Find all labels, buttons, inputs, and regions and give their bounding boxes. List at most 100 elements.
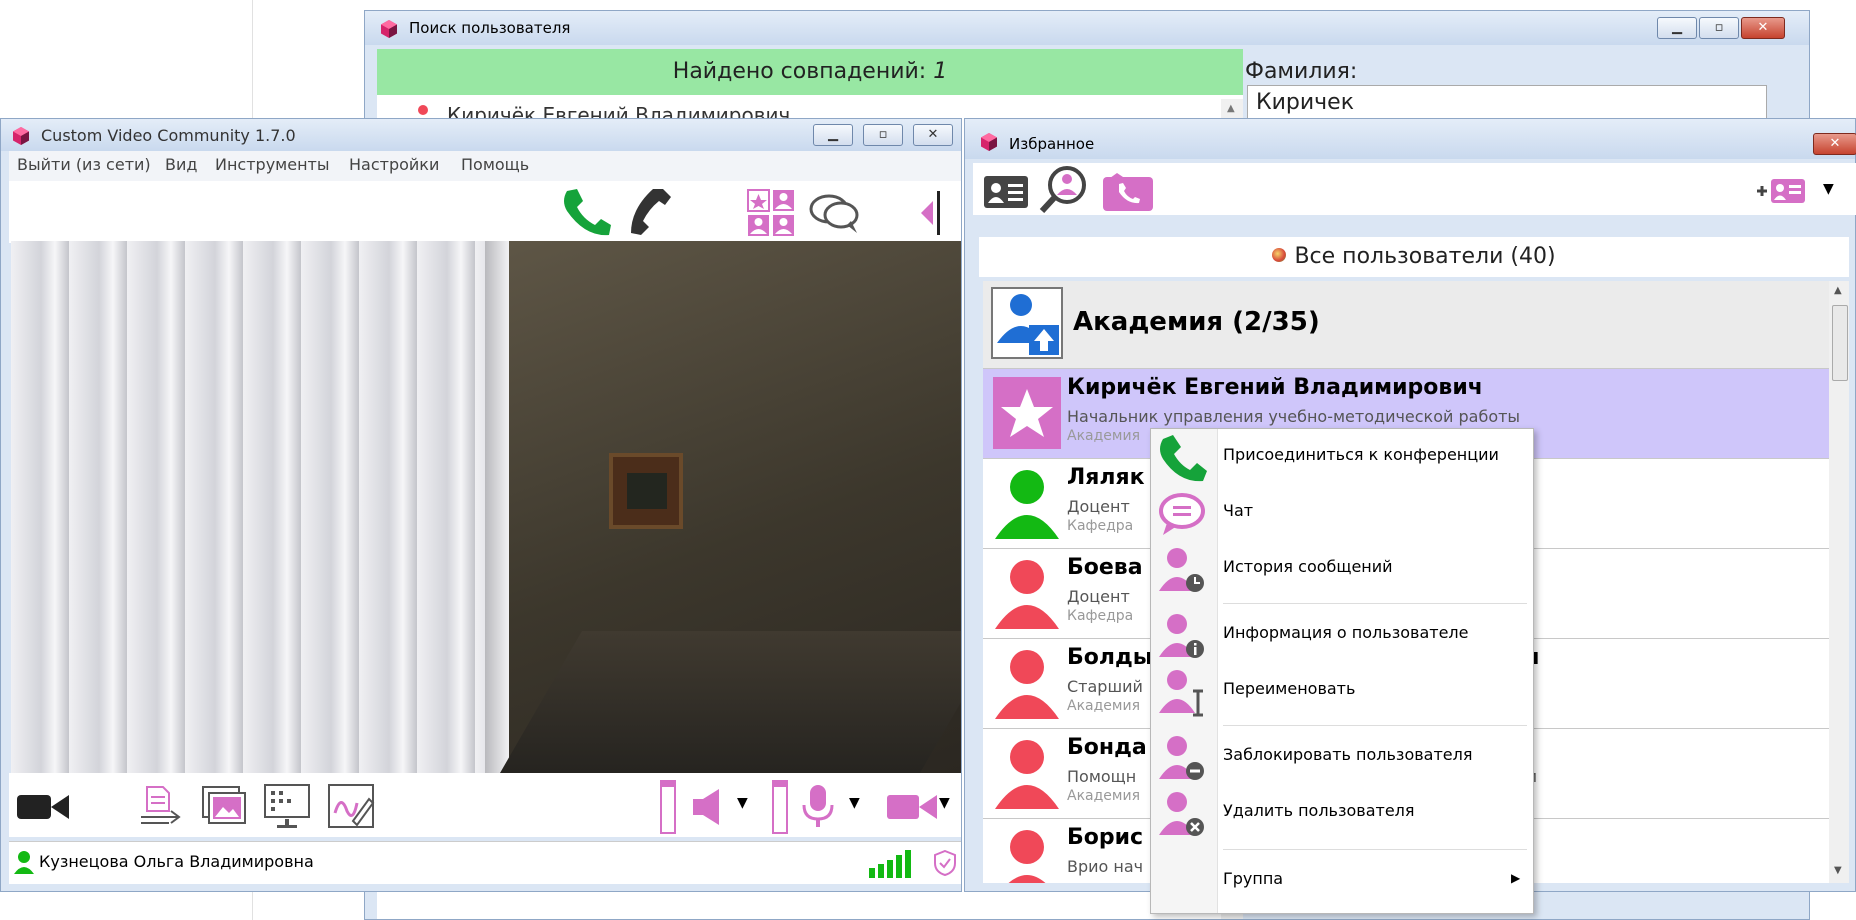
menu-separator xyxy=(1223,725,1527,726)
search-window-minimize-button[interactable]: ▁ xyxy=(1657,17,1697,39)
menu-item-tools[interactable]: Инструменты xyxy=(215,155,330,174)
main-window-minimize-button[interactable]: ▁ xyxy=(813,124,853,146)
contact-name: Боева xyxy=(1067,555,1143,580)
menu-item-chat[interactable]: Чат xyxy=(1151,485,1533,541)
menu-item-label: Чат xyxy=(1223,501,1254,520)
menu-separator xyxy=(1223,849,1527,850)
menu-item-message-history[interactable]: История сообщений xyxy=(1151,541,1533,597)
menu-item-user-info[interactable]: Информация о пользователе xyxy=(1151,607,1533,663)
menu-item-label: Присоединиться к конференции xyxy=(1223,445,1499,464)
video-blinds xyxy=(11,241,485,773)
menu-item-logout[interactable]: Выйти (из сети) xyxy=(17,155,151,174)
maximize-icon: ▫ xyxy=(1714,20,1724,35)
search-window-titlebar[interactable]: Поиск пользователя ▁ ▫ ✕ xyxy=(365,11,1809,45)
app-logo-icon xyxy=(13,127,29,145)
contact-organization: Кафедра xyxy=(1067,518,1134,534)
menu-item-join-conference[interactable]: Присоединиться к конференции xyxy=(1151,429,1533,485)
contact-position: Старший xyxy=(1067,677,1143,696)
user-block-icon xyxy=(1159,736,1204,780)
user-search-button[interactable] xyxy=(1039,165,1089,213)
search-window-close-button[interactable]: ✕ xyxy=(1741,17,1785,39)
collapse-panel-arrow-icon[interactable] xyxy=(917,191,947,235)
app-logo-icon xyxy=(981,133,997,151)
context-menu: Присоединиться к конференции Чат История… xyxy=(1150,428,1534,914)
menu-item-delete-user[interactable]: Удалить пользователя xyxy=(1151,785,1533,841)
speaker-icon[interactable] xyxy=(691,789,727,825)
search-window-title: Поиск пользователя xyxy=(409,19,571,37)
main-window-maximize-button[interactable]: ▫ xyxy=(863,124,903,146)
main-toolbar xyxy=(9,181,961,243)
contact-position: Начальник управления учебно-методической… xyxy=(1067,407,1521,426)
main-window-close-button[interactable]: ✕ xyxy=(913,124,953,146)
layout-grid-button[interactable] xyxy=(747,189,795,237)
camera-dropdown-icon[interactable]: ▼ xyxy=(939,795,950,811)
favorites-window-title: Избранное xyxy=(1009,135,1095,153)
offline-user-icon xyxy=(995,560,1059,629)
call-list-button[interactable] xyxy=(1103,173,1153,211)
chat-bubble-icon xyxy=(1159,493,1205,535)
call-button[interactable] xyxy=(561,187,613,237)
contact-name: Киричёк Евгений Владимирович xyxy=(1067,375,1483,400)
whiteboard-button[interactable] xyxy=(327,783,375,829)
user-info-icon xyxy=(1159,614,1204,658)
group-icon xyxy=(991,287,1063,359)
user-remove-icon xyxy=(1159,792,1204,836)
menu-item-label: Удалить пользователя xyxy=(1223,801,1415,820)
video-picture-frame xyxy=(609,453,683,529)
speaker-dropdown-icon[interactable]: ▼ xyxy=(737,795,748,811)
offline-user-icon xyxy=(995,650,1059,719)
group-header-akademia[interactable]: Академия (2/35) xyxy=(983,281,1829,369)
phone-icon xyxy=(1160,435,1207,482)
app-logo-icon xyxy=(381,20,397,38)
menu-bar: Выйти (из сети) Вид Инструменты Настройк… xyxy=(9,151,961,181)
contact-organization: Академия xyxy=(1067,698,1140,714)
contact-position: Врио нач xyxy=(1067,857,1144,876)
screen-share-button[interactable] xyxy=(263,783,311,829)
menu-item-label: Заблокировать пользователя xyxy=(1223,745,1473,764)
contact-position: Доцент xyxy=(1067,497,1130,516)
gallery-button[interactable] xyxy=(201,785,249,827)
menu-item-label: История сообщений xyxy=(1223,557,1393,576)
online-user-icon xyxy=(995,470,1059,539)
menu-separator xyxy=(1223,603,1527,604)
offline-user-icon xyxy=(995,740,1059,809)
add-contact-button[interactable] xyxy=(1757,177,1805,205)
menu-item-settings[interactable]: Настройки xyxy=(349,155,439,174)
video-camera-icon[interactable] xyxy=(887,793,937,821)
close-icon: ✕ xyxy=(927,127,939,142)
camera-toggle-button[interactable] xyxy=(17,791,69,821)
contact-list-scrollbar[interactable]: ▲ ▼ xyxy=(1829,281,1849,883)
speaker-volume-slider[interactable] xyxy=(659,779,677,835)
hang-up-button[interactable] xyxy=(623,187,675,237)
menu-item-label: Переименовать xyxy=(1223,679,1356,698)
menu-item-view[interactable]: Вид xyxy=(165,155,197,174)
menu-item-rename[interactable]: Переименовать xyxy=(1151,663,1533,719)
favorites-window-close-button[interactable]: ✕ xyxy=(1813,133,1856,155)
chat-button[interactable] xyxy=(807,191,861,235)
favorites-window-titlebar[interactable]: Избранное ✕ xyxy=(965,119,1856,159)
contact-organization: Академия xyxy=(1067,428,1140,444)
scroll-thumb[interactable] xyxy=(1832,305,1848,381)
contact-card-button[interactable] xyxy=(983,175,1029,209)
maximize-icon: ▫ xyxy=(878,127,888,142)
matches-label: Найдено совпадений: xyxy=(672,59,927,84)
main-window-titlebar[interactable]: Custom Video Community 1.7.0 ▁ ▫ ✕ xyxy=(1,119,961,151)
toolbar-dropdown-icon[interactable]: ▼ xyxy=(1823,181,1834,197)
menu-item-help[interactable]: Помощь xyxy=(461,155,529,174)
scroll-down-icon: ▼ xyxy=(1834,865,1842,876)
send-file-button[interactable] xyxy=(139,785,183,827)
scroll-up-icon: ▲ xyxy=(1227,103,1235,114)
favorites-toolbar: ▼ xyxy=(973,163,1856,215)
all-users-status-icon xyxy=(1272,248,1287,262)
submenu-arrow-icon: ▶ xyxy=(1511,871,1521,885)
microphone-icon[interactable] xyxy=(801,785,835,829)
microphone-volume-slider[interactable] xyxy=(771,779,789,835)
search-window-maximize-button[interactable]: ▫ xyxy=(1699,17,1739,39)
all-users-header[interactable]: Все пользователи (40) xyxy=(979,237,1849,277)
menu-item-block-user[interactable]: Заблокировать пользователя xyxy=(1151,729,1533,785)
surname-label: Фамилия: xyxy=(1245,59,1358,84)
user-rename-icon xyxy=(1159,670,1203,717)
contact-organization: Кафедра xyxy=(1067,608,1134,624)
menu-item-group[interactable]: Группа ▶ xyxy=(1151,853,1533,909)
microphone-dropdown-icon[interactable]: ▼ xyxy=(849,795,860,811)
